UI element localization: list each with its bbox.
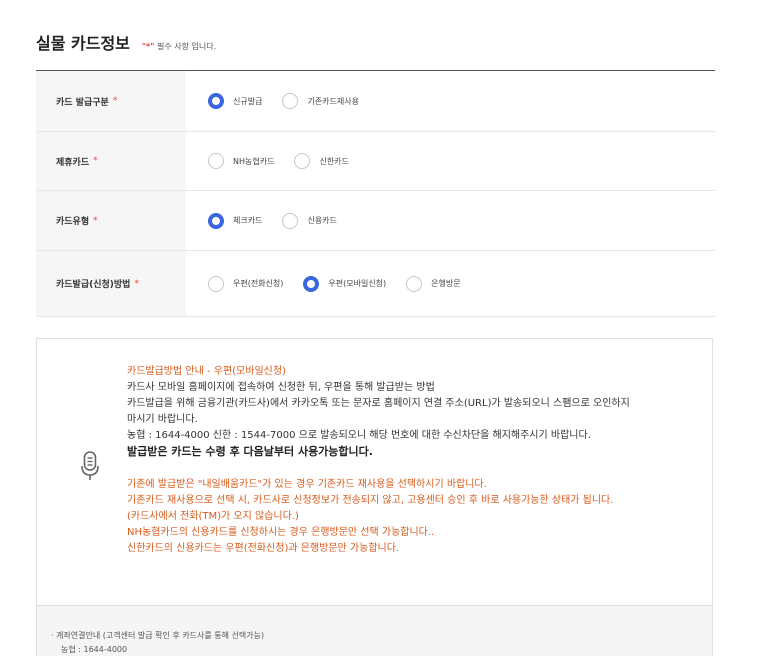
row-label: 카드발급(신청)방법 * (36, 251, 186, 316)
row-label-text: 카드유형 (56, 217, 90, 227)
notice-line: 카드발급을 위해 금융기관(카드사)에서 카카오톡 또는 문자로 홈페이지 연결… (127, 398, 630, 409)
radio-unchecked-icon[interactable] (282, 93, 299, 109)
radio-unchecked-icon[interactable] (208, 153, 224, 169)
card-info-form: 카드 발급구분 * 신규발급 기존카드재사용 제휴카드 * NH농협카드 신한카… (36, 70, 715, 317)
notice-text: 카드발급방법 안내 - 우편(모바일신청) 카드사 모바일 홈페이지에 접속하여… (127, 364, 702, 557)
radio-label: 우편(전화신청) (233, 279, 284, 288)
row-label-text: 카드 발급구분 (56, 97, 109, 108)
radio-label: 신한카드 (319, 156, 349, 166)
form-row-issue-method: 카드발급(신청)방법 * 우편(전화신청) 우편(모바일신청) 은행방문 (36, 251, 715, 317)
radio-credit-card[interactable]: 신용카드 (282, 212, 337, 229)
notice-line: 농협 : 1644-4000 신한 : 1544-7000 으로 발송되오니 해… (127, 430, 591, 441)
notice-box: 카드발급방법 안내 - 우편(모바일신청) 카드사 모바일 홈페이지에 접속하여… (36, 338, 713, 606)
radio-bank-visit[interactable]: 은행방문 (406, 275, 461, 292)
notice-warning: (카드사에서 전화(TM)가 오지 않습니다.) (127, 511, 299, 522)
required-star: * (93, 156, 98, 166)
row-label: 제휴카드 * (36, 132, 186, 190)
notice-warning: NH농협카드의 신용카드를 신청하시는 경우 은행방문만 선택 가능합니다.. (127, 527, 435, 538)
radio-check-card[interactable]: 체크카드 (208, 212, 263, 229)
form-row-partner-card: 제휴카드 * NH농협카드 신한카드 (36, 132, 715, 191)
radio-nh-card[interactable]: NH농협카드 (208, 153, 274, 169)
radio-group: 체크카드 신용카드 (186, 212, 357, 229)
radio-group: 우편(전화신청) 우편(모바일신청) 은행방문 (186, 275, 481, 292)
radio-unchecked-icon[interactable] (406, 275, 423, 292)
radio-label: 우편(모바일신청) (328, 279, 387, 288)
radio-label: 신용카드 (307, 216, 337, 225)
required-note: "*" 필수 사항 입니다. (142, 41, 216, 52)
form-row-card-type: 카드유형 * 체크카드 신용카드 (36, 191, 715, 251)
radio-unchecked-icon[interactable] (294, 153, 311, 169)
account-link-info: · 계좌연결안내 (고객센터 발급 확인 후 카드사를 통해 선택가능) 농협 … (36, 606, 713, 656)
radio-shinhan-card[interactable]: 신한카드 (294, 153, 349, 169)
section-header: 실물 카드정보 "*" 필수 사항 입니다. (36, 30, 216, 54)
row-label-text: 제휴카드 (56, 157, 90, 168)
radio-group: NH농협카드 신한카드 (186, 153, 369, 169)
notice-warning: 기존에 발급받은 "내일배움카드"가 있는 경우 기존카드 재사용을 선택하시기… (127, 479, 487, 490)
radio-label: 은행방문 (431, 279, 461, 288)
radio-checked-icon[interactable] (303, 275, 320, 292)
notice-line: 마시기 바랍니다. (127, 414, 198, 425)
form-row-issue-type: 카드 발급구분 * 신규발급 기존카드재사용 (36, 71, 715, 132)
notice-bold-line: 발급받은 카드는 수령 후 다음날부터 사용가능합니다. (127, 445, 373, 458)
radio-checked-icon[interactable] (208, 93, 224, 109)
notice-heading: 카드발급방법 안내 - 우편(모바일신청) (127, 366, 286, 377)
required-star: * (112, 96, 118, 106)
row-label-text: 카드발급(신청)방법 (56, 280, 131, 290)
radio-mail-phone[interactable]: 우편(전화신청) (208, 275, 284, 292)
radio-new-issue[interactable]: 신규발급 (208, 93, 262, 109)
footer-line: · 계좌연결안내 (고객센터 발급 확인 후 카드사를 통해 선택가능) (51, 631, 265, 640)
microphone-icon (81, 451, 99, 480)
radio-label: 기존카드재사용 (307, 96, 359, 106)
notice-line: 카드사 모바일 홈페이지에 접속하여 신청한 뒤, 우편을 통해 발급받는 방법 (127, 382, 435, 393)
row-label: 카드유형 * (36, 191, 186, 250)
radio-label: 체크카드 (233, 216, 263, 225)
radio-group: 신규발급 기존카드재사용 (186, 93, 379, 109)
notice-warning: 신한카드의 신용카드는 우편(전화신청)과 은행방문만 가능합니다. (127, 543, 400, 554)
radio-label: NH농협카드 (233, 156, 275, 166)
radio-unchecked-icon[interactable] (282, 212, 299, 229)
required-note-star: "*" (141, 42, 155, 51)
row-label: 카드 발급구분 * (36, 71, 186, 131)
notice-warning: 기존카드 재사용으로 선택 시, 카드사로 신청정보가 전송되지 않고, 고용센… (127, 495, 614, 506)
radio-mail-mobile[interactable]: 우편(모바일신청) (303, 275, 387, 292)
radio-unchecked-icon[interactable] (208, 275, 224, 292)
page-title: 실물 카드정보 (36, 34, 130, 53)
required-note-text: 필수 사항 입니다. (156, 42, 217, 51)
required-star: * (93, 215, 98, 226)
radio-checked-icon[interactable] (208, 212, 224, 229)
radio-label: 신규발급 (233, 96, 263, 106)
required-star: * (134, 278, 139, 289)
radio-reuse-card[interactable]: 기존카드재사용 (282, 93, 359, 109)
